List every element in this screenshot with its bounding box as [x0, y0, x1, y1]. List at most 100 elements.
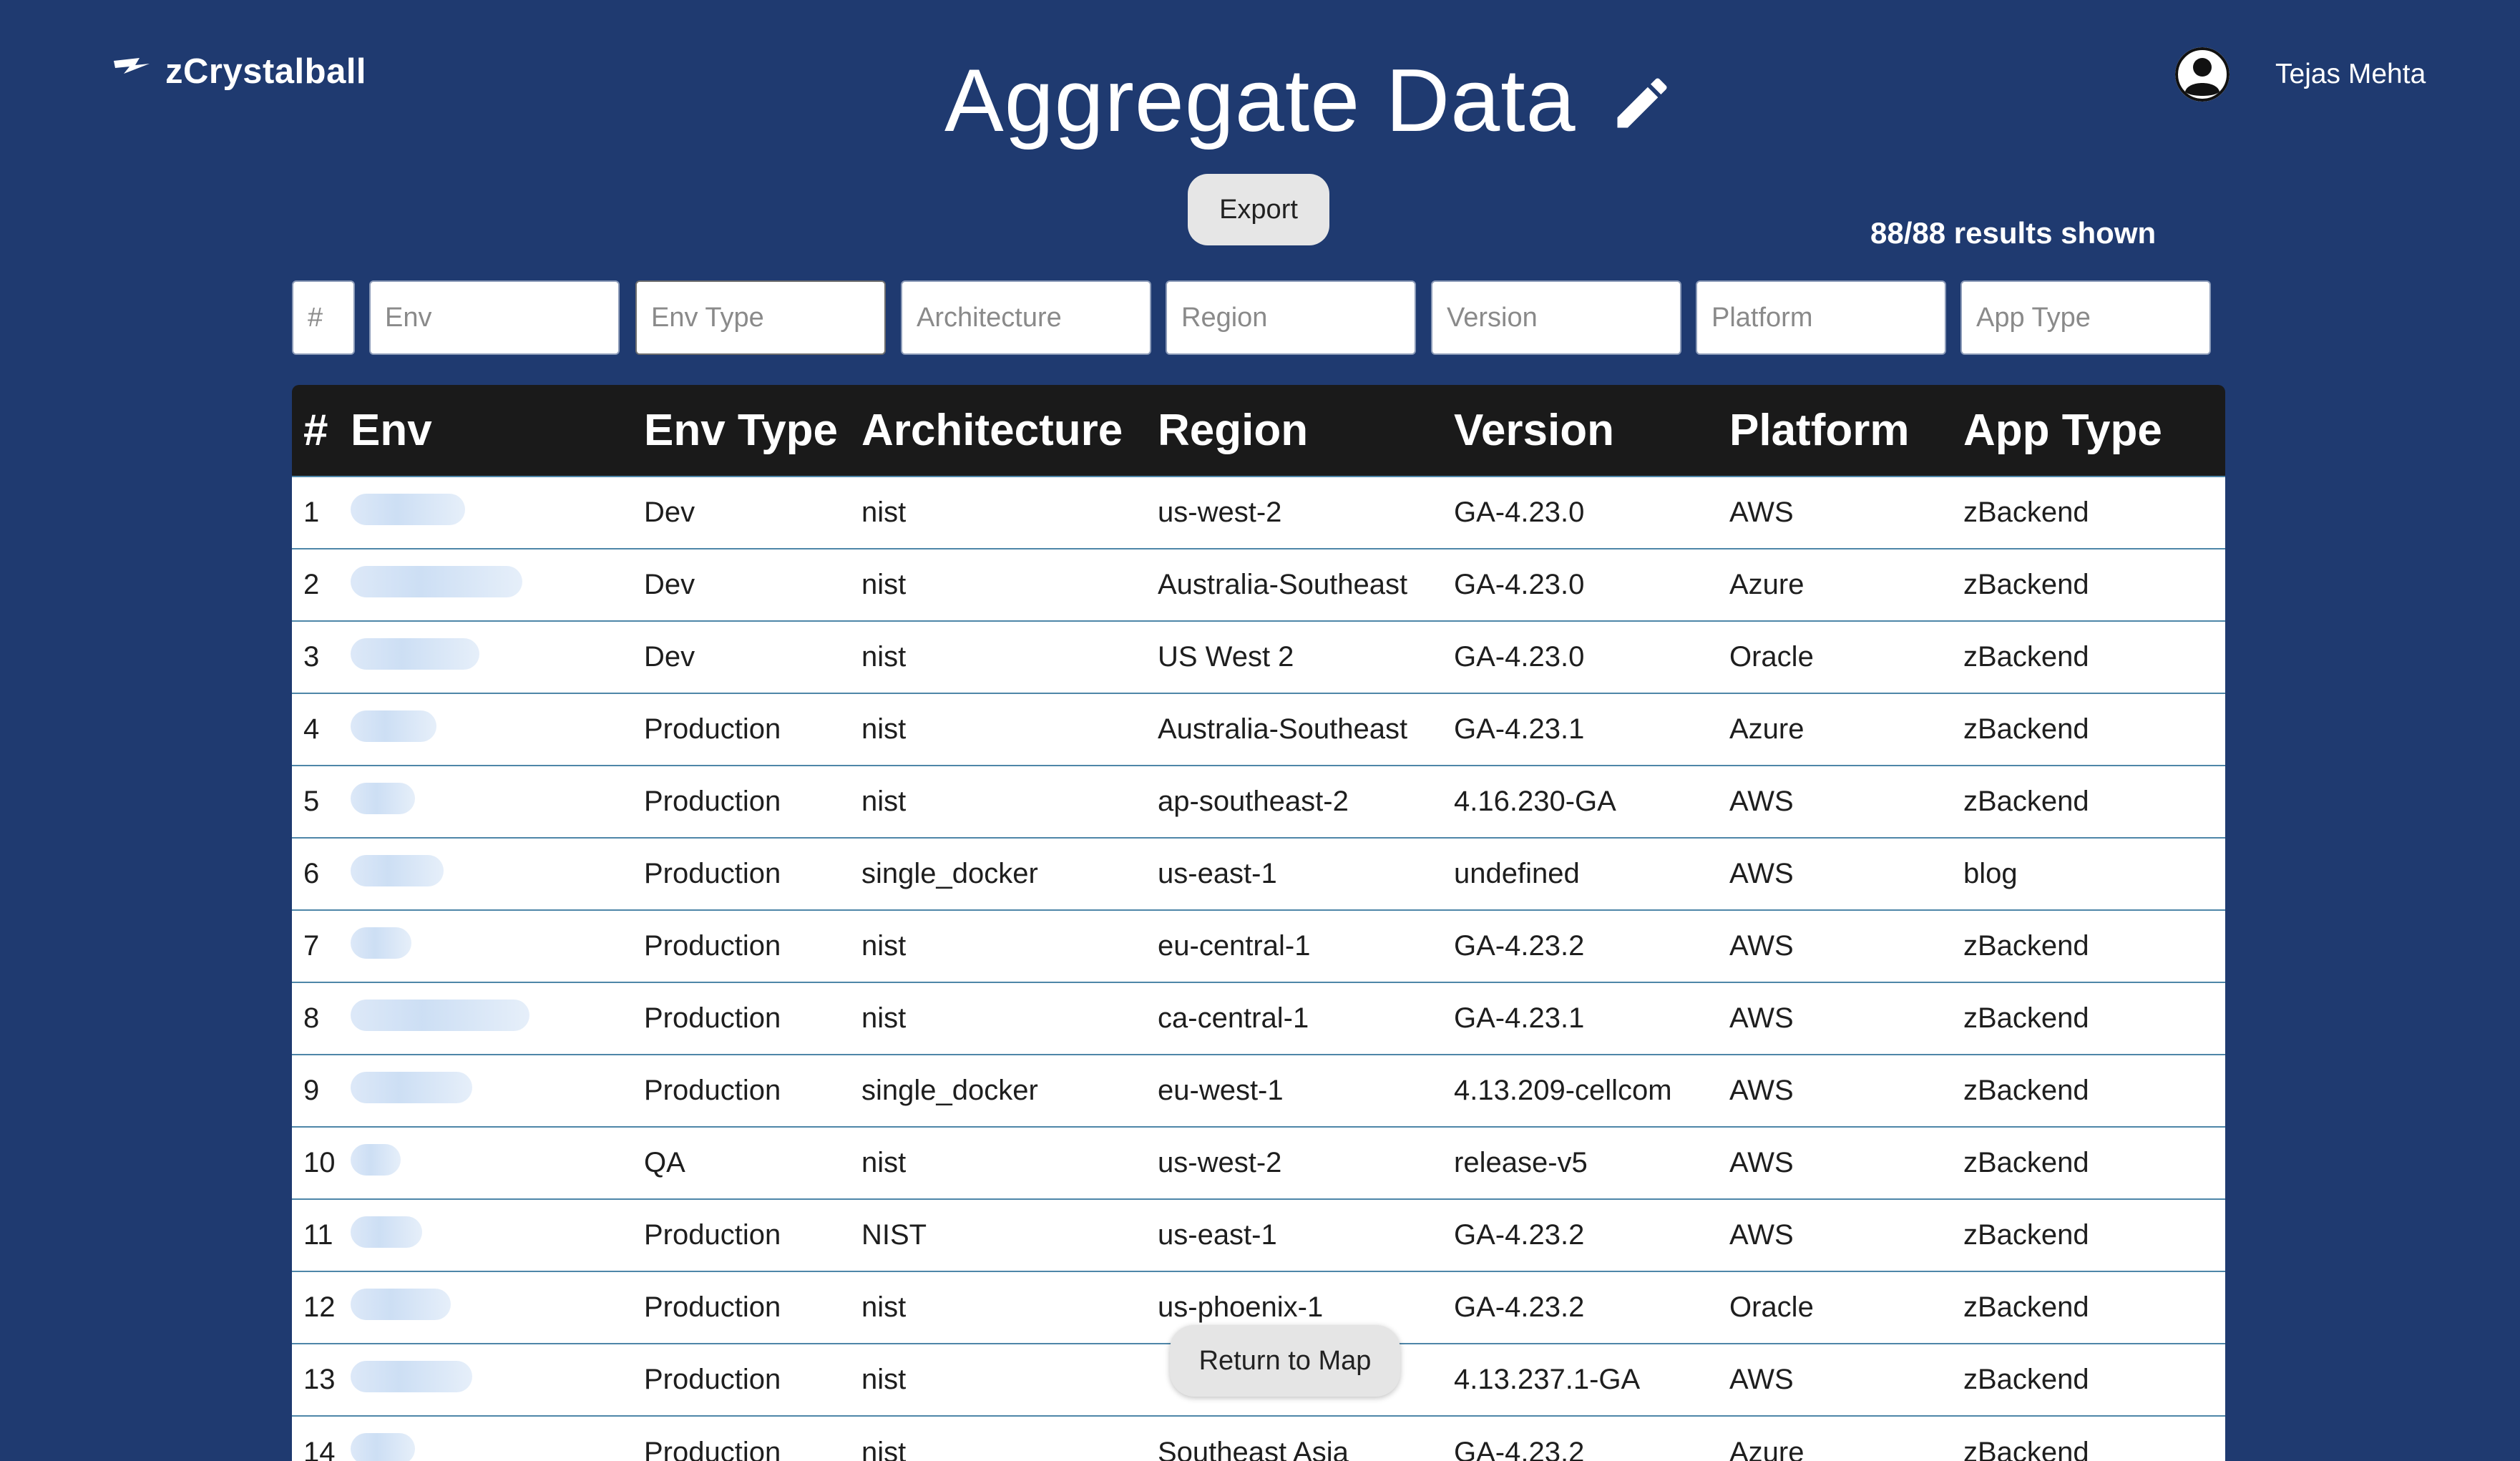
col-header-version[interactable]: Version — [1454, 385, 1729, 477]
cell-app-type: zBackend — [1963, 1219, 2089, 1251]
cell-region: us-west-2 — [1158, 497, 1282, 528]
cell-env-type: Production — [644, 713, 781, 745]
table-row[interactable]: 5 Production nist ap-southeast-2 4.16.230-GA… — [292, 766, 2225, 838]
filter-env-input[interactable] — [369, 280, 620, 355]
table-row[interactable]: 14 Production nist Southeast Asia GA-4.23.2 A… — [292, 1416, 2225, 1461]
table-row[interactable]: 11 Production NIST us-east-1 GA-4.23.2 AWS zBa… — [292, 1199, 2225, 1271]
redacted-env-name — [351, 710, 436, 742]
cell-platform: AWS — [1729, 858, 1794, 889]
redacted-env-name — [351, 999, 529, 1031]
cell-app-type: zBackend — [1963, 569, 2089, 600]
cell-env — [351, 1199, 644, 1271]
cell-app-type: zBackend — [1963, 1364, 2089, 1395]
cell-env — [351, 910, 644, 982]
table-row[interactable]: 10 QA nist us-west-2 release-v5 AWS zBackend — [292, 1127, 2225, 1199]
redacted-env-name — [351, 1071, 472, 1103]
cell-version: GA-4.23.1 — [1454, 1002, 1585, 1034]
redacted-env-name — [351, 493, 465, 525]
cell-platform: AWS — [1729, 1147, 1794, 1178]
cell-architecture: nist — [861, 1291, 907, 1323]
cell-region: ca-central-1 — [1158, 1002, 1309, 1034]
brand-logo[interactable]: zCrystalball — [111, 52, 366, 92]
cell-version: GA-4.23.0 — [1454, 569, 1585, 600]
cell-platform: AWS — [1729, 930, 1794, 962]
redacted-env-name — [351, 1360, 472, 1392]
cell-region: US West 2 — [1158, 641, 1294, 673]
redacted-env-name — [351, 782, 415, 814]
cell-num: 12 — [303, 1291, 336, 1323]
filter-version-input[interactable] — [1431, 280, 1681, 355]
filter-platform-input[interactable] — [1696, 280, 1946, 355]
col-header-num[interactable]: # — [292, 385, 351, 477]
cell-architecture: nist — [861, 1436, 907, 1461]
col-header-platform[interactable]: Platform — [1729, 385, 1963, 477]
export-button[interactable]: Export — [1188, 174, 1329, 245]
cell-version: GA-4.23.2 — [1454, 930, 1585, 962]
cell-env — [351, 1416, 644, 1461]
redacted-env-name — [351, 565, 522, 597]
cell-num: 4 — [303, 713, 320, 745]
cell-architecture: NIST — [861, 1219, 927, 1251]
col-header-app-type[interactable]: App Type — [1963, 385, 2225, 477]
filter-architecture-input[interactable] — [901, 280, 1151, 355]
cell-version: GA-4.23.2 — [1454, 1291, 1585, 1323]
cell-region: us-east-1 — [1158, 1219, 1277, 1251]
col-header-env[interactable]: Env — [351, 385, 644, 477]
cell-region: eu-central-1 — [1158, 930, 1311, 962]
pencil-edit-icon[interactable] — [1609, 70, 1675, 136]
filter-num-input[interactable] — [292, 280, 355, 355]
cell-env — [351, 621, 644, 693]
table-row[interactable]: 4 Production nist Australia-Southeast GA-4.2… — [292, 693, 2225, 766]
table-row[interactable]: 7 Production nist eu-central-1 GA-4.23.2 AWS z… — [292, 910, 2225, 982]
cell-env-type: Production — [644, 1436, 781, 1461]
cell-app-type: zBackend — [1963, 786, 2089, 817]
cell-env — [351, 766, 644, 838]
cell-architecture: nist — [861, 1364, 907, 1395]
cell-num: 10 — [303, 1147, 336, 1178]
cell-env — [351, 838, 644, 910]
cell-version: release-v5 — [1454, 1147, 1588, 1178]
cell-platform: AWS — [1729, 786, 1794, 817]
cell-platform: AWS — [1729, 497, 1794, 528]
cell-platform: Oracle — [1729, 641, 1814, 673]
filter-region-input[interactable] — [1166, 280, 1416, 355]
cell-env-type: Dev — [644, 497, 695, 528]
table-row[interactable]: 3 Dev nist US West 2 GA-4.23.0 Oracle zBackend — [292, 621, 2225, 693]
redacted-env-name — [351, 637, 479, 670]
user-name[interactable]: Tejas Mehta — [2275, 59, 2426, 90]
crystalball-logo-icon — [114, 58, 150, 74]
table-row[interactable]: 2 Dev nist Australia-Southeast GA-4.23.0 Azur… — [292, 549, 2225, 621]
table-row[interactable]: 1 Dev nist us-west-2 GA-4.23.0 AWS zBackend — [292, 477, 2225, 549]
cell-version: 4.13.237.1-GA — [1454, 1364, 1641, 1395]
table-row[interactable]: 6 Production single_docker us-east-1 undefin… — [292, 838, 2225, 910]
cell-version: GA-4.23.0 — [1454, 641, 1585, 673]
table-row[interactable]: 9 Production single_docker eu-west-1 4.13.20… — [292, 1055, 2225, 1127]
cell-version: GA-4.23.1 — [1454, 713, 1585, 745]
cell-version: GA-4.23.2 — [1454, 1219, 1585, 1251]
cell-num: 11 — [303, 1219, 333, 1251]
user-avatar-icon[interactable] — [2175, 47, 2230, 102]
filter-app-type-input[interactable] — [1960, 280, 2211, 355]
cell-env — [351, 1271, 644, 1344]
cell-architecture: nist — [861, 569, 907, 600]
col-header-architecture[interactable]: Architecture — [861, 385, 1158, 477]
return-to-map-button[interactable]: Return to Map — [1170, 1325, 1400, 1397]
cell-platform: Azure — [1729, 1436, 1804, 1461]
cell-version: GA-4.23.2 — [1454, 1436, 1585, 1461]
cell-region: Southeast Asia — [1158, 1436, 1349, 1461]
filter-env-type-input[interactable] — [635, 280, 886, 355]
cell-platform: AWS — [1729, 1364, 1794, 1395]
cell-app-type: zBackend — [1963, 1002, 2089, 1034]
cell-num: 5 — [303, 786, 320, 817]
aggregate-table: # Env Env Type Architecture Region Versi… — [292, 385, 2225, 1461]
table-row[interactable]: 8 Production nist ca-central-1 GA-4.23.1 AWS z… — [292, 982, 2225, 1055]
col-header-region[interactable]: Region — [1158, 385, 1454, 477]
cell-env — [351, 549, 644, 621]
cell-env-type: Production — [644, 1291, 781, 1323]
cell-platform: Oracle — [1729, 1291, 1814, 1323]
cell-num: 13 — [303, 1364, 336, 1395]
cell-num: 9 — [303, 1075, 320, 1106]
col-header-env-type[interactable]: Env Type — [644, 385, 861, 477]
cell-platform: AWS — [1729, 1075, 1794, 1106]
cell-region: Australia-Southeast — [1158, 569, 1408, 600]
